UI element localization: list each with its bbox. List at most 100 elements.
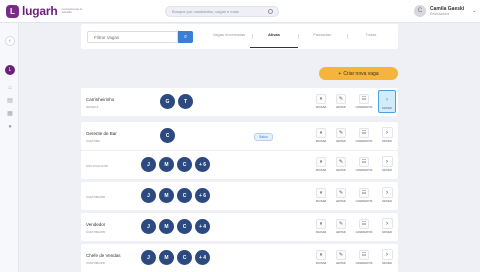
move-button[interactable]: › MOVER [378,184,396,207]
candidates-button[interactable]: ☷ CANDIDATOS [352,154,376,175]
candidate-avatar[interactable]: J [141,219,156,234]
pause-button[interactable]: ⏸ PAUSAR [312,216,330,237]
edit-button[interactable]: ✎ EDITAR [332,154,350,175]
job-row: Vendedor CURITIBA/PR J M C + 4 ⏸ PAUSAR ✎ E… [81,213,398,241]
candidates-icon: ☷ [359,94,369,104]
job-row: CURITIBA/PR J M C + 6 ⏸ PAUSAR ✎ EDITAR ☷ C… [81,182,398,210]
candidate-avatar[interactable]: M [159,188,174,203]
edit-label: EDITAR [336,262,346,265]
candidate-avatar[interactable]: M [159,157,174,172]
edit-button[interactable]: ✎ EDITAR [332,216,350,237]
filter-search-button[interactable]: ⌕ [178,31,193,43]
filter-jobs-input[interactable] [87,31,178,43]
candidate-avatars: C [160,128,175,143]
job-title[interactable]: Chefe de Vendas [86,253,121,258]
candidates-button[interactable]: ☷ CANDIDATOS [352,91,376,112]
candidate-avatar[interactable]: G [160,94,175,109]
candidate-avatar[interactable]: C [177,188,192,203]
organization-avatar[interactable]: L [5,65,15,75]
home-icon[interactable]: ⌂ [7,85,13,91]
edit-icon: ✎ [336,128,346,138]
candidates-button[interactable]: ☷ CANDIDATOS [352,125,376,146]
candidate-avatar[interactable]: J [141,250,156,265]
search-placeholder: Busque por candidatos, vagas e mais [172,9,239,14]
location-icon[interactable]: ● [7,124,13,130]
candidates-icon: ☷ [359,188,369,198]
more-candidates-badge[interactable]: + 4 [195,250,210,265]
move-label: MOVER [382,262,392,265]
candidates-label: CANDIDATOS [355,140,373,143]
create-job-label: Criar nova vaga [343,70,379,77]
job-row: Chefe de Vendas CURITIBA/PR J M C + 4 ⏸ PAU… [81,244,398,272]
candidate-avatar[interactable]: M [159,250,174,265]
tab-all-jobs[interactable]: Todas [347,32,395,37]
candidate-avatar[interactable]: C [177,157,192,172]
create-job-button[interactable]: + Criar nova vaga [319,67,398,80]
job-actions: ⏸ PAUSAR ✎ EDITAR ☷ CANDIDATOS › MOVER [312,125,396,147]
candidate-avatar[interactable]: M [159,219,174,234]
candidate-avatars: J M C + 6 [141,157,210,172]
candidate-avatars: GT [160,94,193,109]
pause-button[interactable]: ⏸ PAUSAR [312,247,330,268]
pause-label: PAUSAR [315,140,327,143]
move-label: MOVER [382,140,392,143]
tab-closed-jobs[interactable]: Vagas encerradas [203,32,255,37]
jobs-filter-card: ⌕ Vagas encerradas Ativas Pausadas Todas [81,24,398,49]
move-button[interactable]: › MOVER [378,124,396,147]
candidate-avatar[interactable]: T [178,94,193,109]
edit-icon: ✎ [336,157,346,167]
edit-button[interactable]: ✎ EDITAR [332,247,350,268]
job-title[interactable]: Gerente de Bar [86,131,117,136]
move-label: MOVER [382,107,392,110]
job-title[interactable]: Vendedor [86,222,105,227]
more-candidates-badge[interactable]: + 4 [195,219,210,234]
candidate-avatar[interactable]: J [141,188,156,203]
tab-active-jobs[interactable]: Ativas [250,32,298,37]
pause-label: PAUSAR [315,106,327,109]
pause-button[interactable]: ⏸ PAUSAR [312,125,330,146]
pause-button[interactable]: ⏸ PAUSAR [312,154,330,175]
job-city: CURITIBA/PR [86,261,106,265]
pause-icon: ⏸ [316,250,326,260]
collapse-sidebar-button[interactable]: ‹ [5,36,15,46]
edit-button[interactable]: ✎ EDITAR [332,125,350,146]
user-name: Camila Gaeski [430,5,465,12]
brand-name: lugarh [22,4,58,18]
pause-button[interactable]: ⏸ PAUSAR [312,185,330,206]
candidates-button[interactable]: ☷ CANDIDATOS [352,216,376,237]
chevron-right-icon: › [381,127,393,138]
edit-label: EDITAR [336,200,346,203]
candidate-avatar[interactable]: C [160,128,175,143]
brand-logo[interactable]: L lugarh recrutamento & seleção [6,4,83,18]
more-candidates-badge[interactable]: + 6 [195,188,210,203]
move-button[interactable]: › MOVER [378,246,396,269]
edit-button[interactable]: ✎ EDITAR [332,91,350,112]
tab-paused-jobs[interactable]: Pausadas [298,32,346,37]
search-icon [268,9,273,14]
pause-button[interactable]: ⏸ PAUSAR [312,91,330,112]
job-city: CURITIBA/PR [86,195,106,199]
job-row: Carrinheirinho IRANDUÍ GT ⏸ PAUSAR ✎ EDI… [81,88,398,116]
edit-icon: ✎ [336,94,346,104]
brand-tagline: recrutamento & seleção [61,7,82,14]
candidates-button[interactable]: ☷ CANDIDATOS [352,247,376,268]
candidate-avatar[interactable]: J [141,157,156,172]
job-title[interactable]: Carrinheirinho [86,97,114,102]
candidate-avatar[interactable]: C [177,219,192,234]
briefcase-icon[interactable]: ▤ [7,98,13,104]
move-button[interactable]: › MOVER [378,153,396,176]
candidates-icon: ☷ [359,219,369,229]
edit-button[interactable]: ✎ EDITAR [332,185,350,206]
global-search-input[interactable]: Busque por candidatos, vagas e mais [165,6,279,17]
candidate-avatar[interactable]: C [177,250,192,265]
move-label: MOVER [382,231,392,234]
candidates-button[interactable]: ☷ CANDIDATOS [352,185,376,206]
chevron-down-icon[interactable]: ⌄ [472,8,476,14]
user-menu[interactable]: C Camila Gaeski Recrutadora ⌄ [414,5,476,17]
grid-icon[interactable]: ▦ [7,111,13,117]
chevron-right-icon: › [381,187,393,198]
job-row: Gerente de Bar CURITIBA C Salvo ⏸ PAUSAR… [81,122,398,150]
move-button[interactable]: › MOVER [378,90,396,113]
move-button[interactable]: › MOVER [378,215,396,238]
more-candidates-badge[interactable]: + 6 [195,157,210,172]
